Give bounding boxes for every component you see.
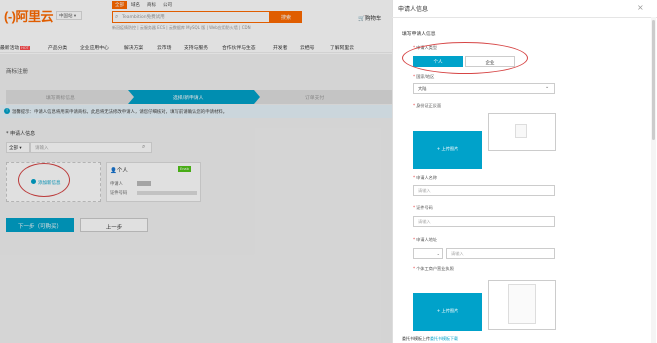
modal-backdrop[interactable]	[0, 0, 392, 343]
id-label-text: 证件号码	[416, 205, 433, 210]
name-label-text: 申请人名称	[416, 175, 438, 180]
footer-text: 委托书模板上传	[402, 336, 430, 341]
region-label-text: 国家/地区	[416, 74, 435, 79]
form-title: 填写申请人信息	[402, 32, 436, 37]
region-label: *国家/地区	[413, 74, 435, 79]
annotation-circle	[402, 42, 528, 74]
panel-title: 申请人信息	[398, 6, 429, 13]
id-number-input[interactable]: 请输入	[413, 216, 555, 227]
address-region-select[interactable]: ⌄	[413, 248, 443, 259]
document-icon	[515, 124, 527, 138]
address-input[interactable]: 请输入	[446, 248, 555, 259]
address-label-text: 申请人地址	[416, 237, 438, 242]
scrollbar-thumb[interactable]	[652, 20, 655, 140]
id-upload-label: *身份证正反面	[413, 103, 442, 108]
license-label-text: 个体工商户营业执照	[416, 266, 454, 271]
chevron-down-icon: ⌄	[436, 251, 440, 256]
address-label: *申请人地址	[413, 237, 438, 242]
id-upload-label-text: 身份证正反面	[416, 103, 442, 108]
footer-note: 委托书模板上传委托书模板下载	[402, 336, 458, 342]
id-label: *证件号码	[413, 205, 433, 210]
document-icon	[508, 284, 536, 324]
region-select[interactable]: 大陆	[413, 83, 555, 94]
applicant-name-input[interactable]: 请输入	[413, 185, 555, 196]
divider	[392, 17, 657, 18]
chevron-down-icon: ⌄	[545, 84, 550, 90]
license-label: *个体工商户营业执照	[413, 266, 454, 271]
license-upload-button[interactable]: + 上传图片	[413, 293, 482, 331]
id-upload-button[interactable]: + 上传图片	[413, 131, 482, 169]
name-label: *申请人名称	[413, 175, 438, 180]
close-icon[interactable]: ×	[637, 3, 644, 12]
template-download-link[interactable]: 委托书模板下载	[430, 336, 458, 341]
